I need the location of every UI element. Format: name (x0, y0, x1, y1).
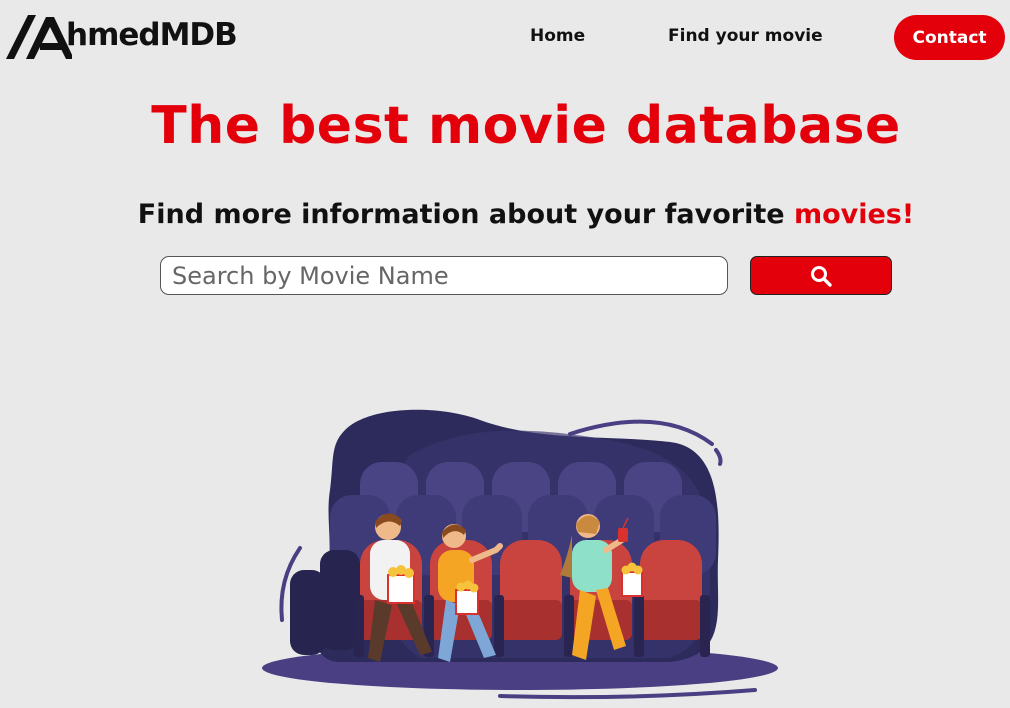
hero-subtitle: Find more information about your favorit… (0, 199, 1010, 230)
search-icon (811, 265, 832, 287)
navbar: hmedMDB Home Find your movie Contact (0, 0, 1010, 80)
nav-link-home[interactable]: Home (530, 26, 585, 46)
logo-mark-icon (6, 15, 72, 59)
hero-subtitle-accent: movies! (793, 199, 915, 230)
logo-text: hmedMDB (66, 17, 238, 53)
contact-button[interactable]: Contact (894, 15, 1005, 60)
search-button[interactable] (750, 256, 892, 295)
search-input[interactable] (160, 256, 728, 295)
hero-title: The best movie database (151, 96, 901, 156)
nav-link-find-your-movie[interactable]: Find your movie (668, 26, 823, 46)
hero-subtitle-main: Find more information about your favorit… (137, 199, 794, 230)
logo[interactable]: hmedMDB (6, 12, 238, 62)
cinema-audience-illustration (262, 409, 778, 700)
